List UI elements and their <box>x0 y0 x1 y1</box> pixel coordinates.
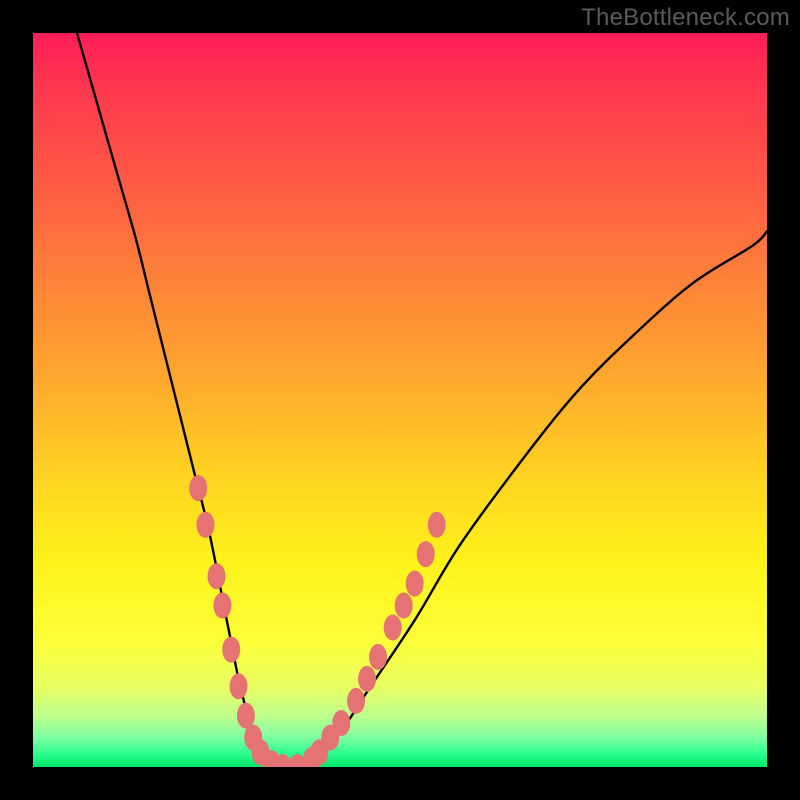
curve-svg <box>33 33 767 767</box>
curve-marker <box>417 541 435 567</box>
curve-marker <box>208 563 226 589</box>
curve-marker <box>347 688 365 714</box>
chart-frame: TheBottleneck.com <box>0 0 800 800</box>
curve-marker <box>230 673 248 699</box>
curve-marker <box>369 644 387 670</box>
curve-marker <box>189 475 207 501</box>
curve-marker <box>213 593 231 619</box>
curve-marker <box>384 615 402 641</box>
curve-marker <box>395 593 413 619</box>
curve-marker <box>332 710 350 736</box>
plot-area <box>33 33 767 767</box>
curve-marker <box>406 571 424 597</box>
curve-marker <box>358 666 376 692</box>
watermark-text: TheBottleneck.com <box>581 4 790 32</box>
curve-marker <box>197 512 215 538</box>
curve-marker <box>428 512 446 538</box>
curve-marker <box>222 637 240 663</box>
bottleneck-curve-path <box>77 33 767 767</box>
